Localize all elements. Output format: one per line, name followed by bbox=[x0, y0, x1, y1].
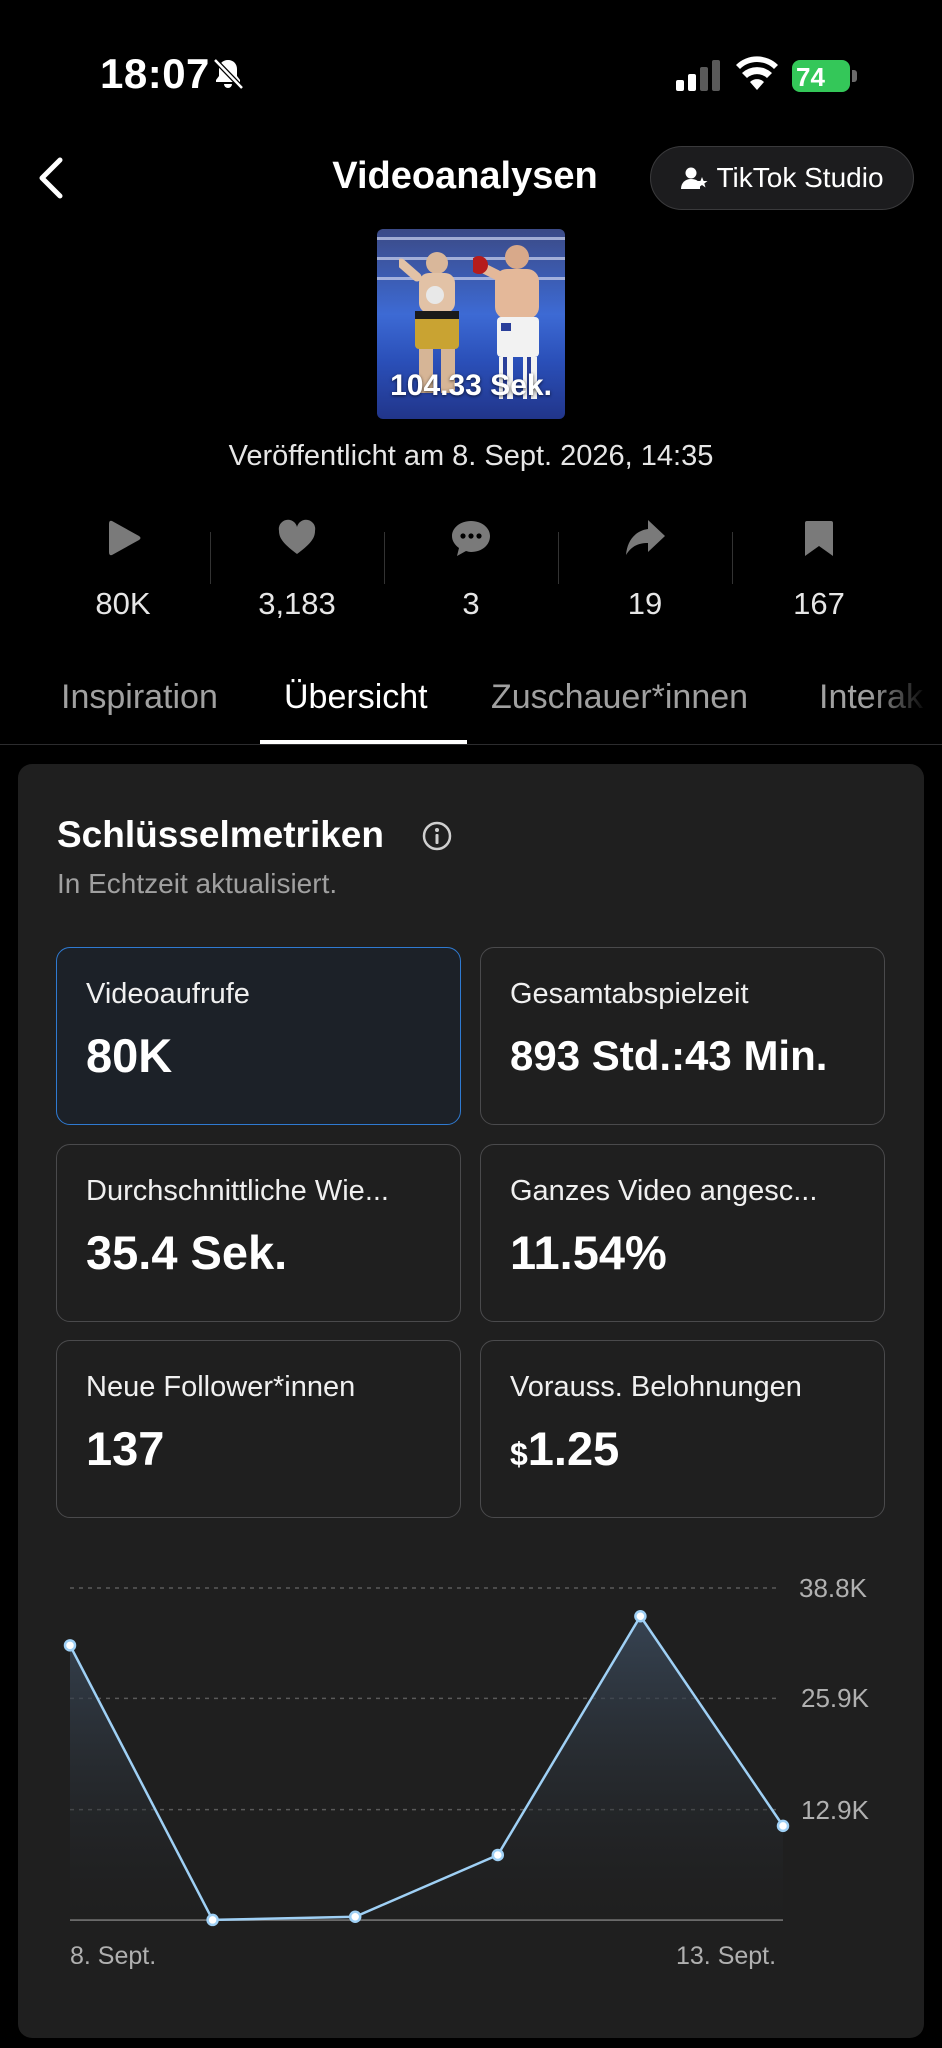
tab-overview[interactable]: Übersicht bbox=[284, 678, 428, 717]
tab-inspiration[interactable]: Inspiration bbox=[61, 678, 218, 717]
video-thumbnail[interactable]: 104.33 Sek. bbox=[377, 229, 565, 419]
stat-views: 80K bbox=[36, 510, 210, 630]
info-icon[interactable] bbox=[421, 820, 453, 852]
tab-audience[interactable]: Zuschauer*innen bbox=[491, 678, 748, 717]
status-time: 18:07 bbox=[100, 50, 210, 97]
stat-saves: 167 bbox=[732, 510, 906, 630]
battery-charging-icon: 74 bbox=[792, 60, 858, 92]
metric-value: $1.25 bbox=[510, 1421, 619, 1476]
data-point[interactable] bbox=[63, 1639, 77, 1652]
key-metrics-title: Schlüsselmetriken bbox=[57, 814, 384, 855]
stat-saves-value: 167 bbox=[793, 586, 845, 621]
metric-value: 11.54% bbox=[510, 1226, 667, 1279]
published-date: Veröffentlicht am 8. Sept. 2026, 14:35 bbox=[228, 440, 714, 472]
video-duration: 104.33 Sek. bbox=[390, 369, 552, 402]
data-point[interactable] bbox=[491, 1848, 505, 1862]
data-point[interactable] bbox=[206, 1913, 219, 1927]
signal-icon bbox=[676, 60, 720, 91]
stat-shares-value: 19 bbox=[627, 586, 663, 621]
metric-card-new-followers[interactable]: Neue Follower*innen 137 bbox=[56, 1340, 461, 1518]
currency-symbol: $ bbox=[510, 1436, 528, 1472]
tabs-scroll-fade bbox=[870, 670, 942, 744]
metric-value: 893 Std.:43 Min. bbox=[510, 1032, 828, 1079]
tiktok-studio-label: TikTok Studio bbox=[716, 162, 884, 193]
metric-label: Neue Follower*innen bbox=[86, 1371, 356, 1403]
key-metrics-card: Schlüsselmetriken In Echtzeit aktualisie… bbox=[18, 764, 924, 2038]
y-tick-label: 12.9K bbox=[801, 1794, 869, 1825]
key-metrics-subtitle: In Echtzeit aktualisiert. bbox=[57, 868, 338, 899]
share-icon bbox=[626, 520, 665, 555]
stat-likes-value: 3,183 bbox=[258, 586, 336, 621]
metric-value: 80K bbox=[86, 1029, 173, 1082]
comment-icon bbox=[452, 521, 490, 556]
metric-card-estimated-rewards[interactable]: Vorauss. Belohnungen $1.25 bbox=[480, 1340, 885, 1518]
stat-likes: 3,183 bbox=[210, 510, 384, 630]
metric-card-total-watch-time[interactable]: Gesamtabspielzeit 893 Std.:43 Min. bbox=[480, 947, 885, 1125]
stat-comments-value: 3 bbox=[462, 586, 480, 621]
data-point[interactable] bbox=[776, 1819, 790, 1833]
metric-label: Durchschnittliche Wie... bbox=[86, 1175, 389, 1207]
rewards-amount: 1.25 bbox=[527, 1422, 620, 1475]
video-views-chart[interactable]: 38.8K 25.9K 12.9K 8. Sept. 13. Sept. bbox=[18, 1544, 924, 1970]
metric-value: 35.4 Sek. bbox=[86, 1226, 288, 1279]
series-area bbox=[70, 1616, 783, 1920]
stat-shares: 19 bbox=[558, 510, 732, 630]
wifi-icon bbox=[736, 56, 778, 90]
active-tab-indicator bbox=[260, 740, 467, 744]
tiktok-studio-button[interactable]: TikTok Studio bbox=[650, 146, 914, 210]
metric-card-full-video-watched[interactable]: Ganzes Video angesc... 11.54% bbox=[480, 1144, 885, 1322]
metric-label: Vorauss. Belohnungen bbox=[510, 1371, 802, 1403]
y-tick-label: 25.9K bbox=[801, 1683, 869, 1714]
analytics-tabs: Inspiration Übersicht Zuschauer*innen In… bbox=[0, 670, 942, 745]
stat-views-value: 80K bbox=[95, 586, 151, 621]
metric-label: Videoaufrufe bbox=[86, 978, 250, 1010]
bell-slash-icon bbox=[213, 58, 244, 90]
metric-card-average-watch-time[interactable]: Durchschnittliche Wie... 35.4 Sek. bbox=[56, 1144, 461, 1322]
metric-label: Gesamtabspielzeit bbox=[510, 978, 749, 1010]
y-tick-label: 38.8K bbox=[799, 1573, 867, 1603]
chart-plot bbox=[63, 1587, 790, 1927]
battery-level: 74 bbox=[796, 62, 825, 92]
x-tick-label: 13. Sept. bbox=[676, 1942, 777, 1970]
metric-label: Ganzes Video angesc... bbox=[510, 1175, 818, 1207]
bookmark-icon bbox=[805, 521, 833, 556]
stat-comments: 3 bbox=[384, 510, 558, 630]
user-star-icon bbox=[681, 167, 708, 189]
engagement-stats: 80K 3,183 3 19 167 bbox=[0, 510, 942, 630]
play-icon bbox=[109, 520, 141, 556]
heart-icon bbox=[278, 519, 316, 554]
data-point[interactable] bbox=[634, 1609, 647, 1623]
metric-value: 137 bbox=[86, 1422, 165, 1475]
data-point[interactable] bbox=[348, 1910, 362, 1923]
status-bar: 18:07 74 bbox=[0, 0, 942, 150]
x-tick-label: 8. Sept. bbox=[70, 1942, 157, 1970]
metric-card-video-views[interactable]: Videoaufrufe 80K bbox=[56, 947, 461, 1125]
